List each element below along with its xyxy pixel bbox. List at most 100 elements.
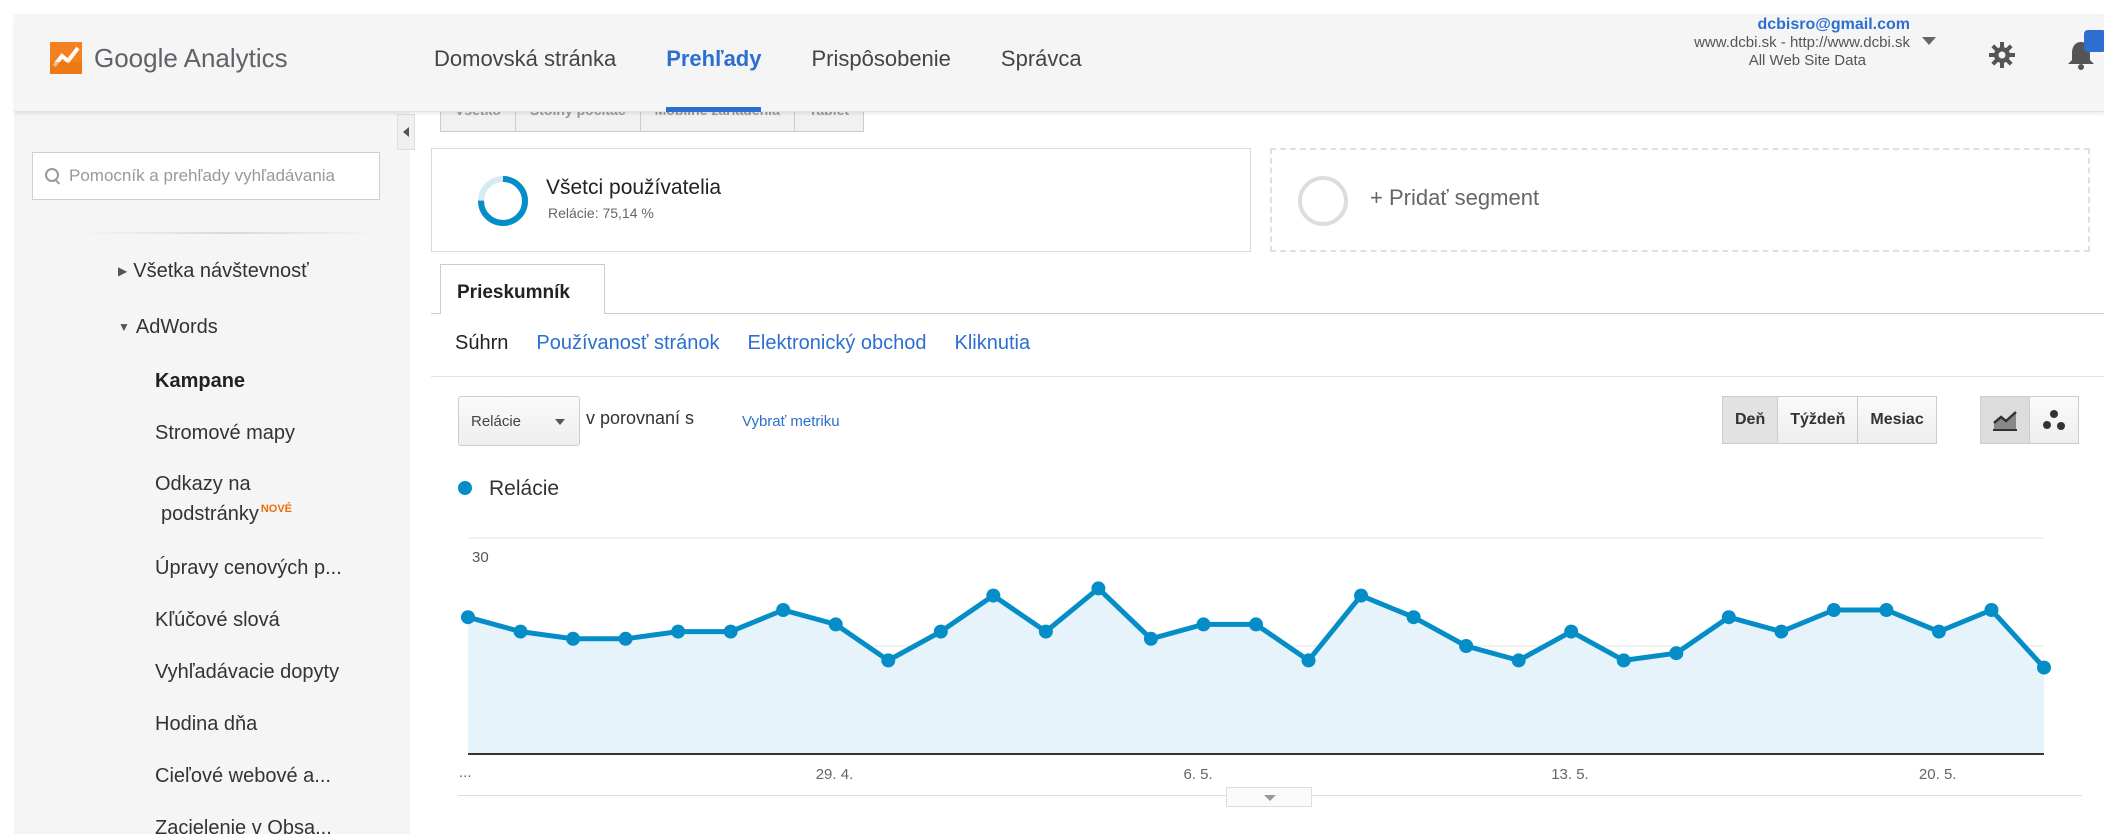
sidebar-item-bid-adjustments[interactable]: Úpravy cenových p... [155,557,342,580]
data-point[interactable] [776,603,791,617]
data-point[interactable] [1616,653,1631,668]
sessions-chart[interactable]: 3015 [440,510,2080,766]
data-point[interactable] [1879,603,1894,617]
data-point[interactable] [1143,631,1158,646]
gear-icon[interactable] [1987,40,2017,75]
data-point[interactable] [1091,581,1106,596]
data-point[interactable] [1354,588,1369,603]
data-point[interactable] [513,624,528,639]
topnav-admin[interactable]: Správca [1001,14,1082,112]
data-point[interactable] [881,653,896,668]
analytics-logo-icon [50,42,82,74]
chevron-down-icon [1264,795,1276,801]
sidebar-item-display-targeting[interactable]: Zacielenie v Obsa... [155,817,332,834]
subtab-summary[interactable]: Súhrn [455,332,508,355]
period-toggle: Deň Týždeň Mesiac [1722,396,1937,444]
data-point[interactable] [723,624,738,639]
legend-marker [458,481,472,495]
data-point[interactable] [1721,610,1736,625]
sidebar-item-destination-urls[interactable]: Cieľové webové a... [155,765,331,788]
topnav-customization[interactable]: Prispôsobenie [811,14,950,112]
sidebar-item-keywords[interactable]: Kľúčové slová [155,609,280,632]
data-point[interactable] [1669,646,1684,661]
metric-dropdown-value: Relácie [471,413,522,430]
segment-ring-icon [476,174,530,233]
account-property: www.dcbi.sk - http://www.dcbi.sk [1694,34,1910,51]
segment-card[interactable] [431,148,1251,252]
data-point[interactable] [566,631,581,646]
legend-label[interactable]: Relácie [489,477,559,501]
data-point[interactable] [618,631,633,646]
sidebar-item-hour-of-day[interactable]: Hodina dňa [155,713,257,736]
data-point[interactable] [1774,624,1789,639]
analytics-logo[interactable]: Google Analytics [50,42,288,74]
sidebar-item-adwords[interactable]: ▼ AdWords [118,316,218,339]
sidebar-item-treemaps[interactable]: Stromové mapy [155,422,295,445]
tab-divider [431,313,2104,314]
data-point[interactable] [1038,624,1053,639]
pick-metric-link[interactable]: Vybrať metriku [742,413,840,430]
sidebar-search[interactable] [32,152,380,200]
data-point[interactable] [1511,653,1526,668]
data-point[interactable] [671,624,686,639]
period-week-button[interactable]: Týždeň [1777,396,1859,444]
data-point[interactable] [828,617,843,632]
subtab-ecommerce[interactable]: Elektronický obchod [748,332,927,355]
collapse-sidebar-button[interactable] [397,114,415,150]
data-point[interactable] [1984,603,1999,617]
motion-chart-button[interactable] [2029,396,2079,444]
x-tick-label: ... [459,764,472,781]
add-segment-button[interactable]: + Pridať segment [1370,185,1539,211]
data-point[interactable] [461,610,475,625]
data-point[interactable] [933,624,948,639]
account-selector[interactable]: dcbisro@gmail.com www.dcbi.sk - http://w… [1590,16,1910,70]
chevron-left-icon [403,127,409,137]
sidebar-item-label-line2: podstránky [161,503,259,525]
data-point[interactable] [1826,603,1841,617]
sidebar-item-all-traffic[interactable]: ▶ Všetka návštevnosť [118,260,309,283]
y-tick-label: 30 [472,549,489,566]
sidebar-item-sitelinks[interactable]: Odkazy na podstránky NOVÉ [155,472,292,527]
motion-chart-icon [2043,410,2065,430]
metric-dropdown[interactable]: Relácie [458,396,580,446]
account-dropdown-icon[interactable] [1922,37,1936,45]
segment-name: Všetci používatelia [546,176,722,199]
segment-subtitle: Relácie: 75,14 % [548,205,654,221]
search-icon [45,168,61,184]
report-subtabs: Súhrn Používanosť stránok Elektronický o… [455,332,1058,355]
chart-view-toggle [1980,396,2079,444]
sidebar-divider [80,232,380,234]
sidebar-item-campaigns[interactable]: Kampane [155,370,245,393]
expand-arrow-icon: ▶ [118,264,128,278]
notification-badge[interactable] [2084,30,2104,52]
data-point[interactable] [1301,653,1316,668]
topnav-reports[interactable]: Prehľady [666,14,762,112]
data-point[interactable] [1249,617,1263,632]
line-chart-button[interactable] [1980,396,2030,444]
data-point[interactable] [1459,639,1474,653]
line-chart-icon [1993,411,2017,431]
x-tick-label: 13. 5. [1551,766,1589,783]
expand-chart-handle[interactable] [1226,787,1312,807]
data-point[interactable] [1196,617,1211,632]
period-month-button[interactable]: Mesiac [1857,396,1937,444]
sidebar-item-search-queries[interactable]: Vyhľadávacie dopyty [155,661,339,684]
subtab-site-usage[interactable]: Používanosť stránok [536,332,719,355]
tab-explorer[interactable]: Prieskumník [440,264,605,314]
x-tick-label: 6. 5. [1183,766,1213,783]
data-point[interactable] [986,588,1001,603]
period-day-button[interactable]: Deň [1722,396,1779,444]
data-point[interactable] [2037,660,2051,675]
search-input[interactable] [69,166,379,186]
topnav-home[interactable]: Domovská stránka [434,14,616,112]
subtab-clicks[interactable]: Kliknutia [955,332,1031,355]
account-email: dcbisro@gmail.com [1757,16,1910,33]
account-view: All Web Site Data [1748,52,1866,69]
sidebar-item-label: Všetka návštevnosť [133,260,309,282]
data-point[interactable] [1931,624,1946,639]
data-point[interactable] [1564,624,1579,639]
x-tick-label: 29. 4. [815,766,854,783]
sidebar-item-label: AdWords [135,316,218,338]
series-area [468,588,2044,754]
data-point[interactable] [1406,610,1421,625]
